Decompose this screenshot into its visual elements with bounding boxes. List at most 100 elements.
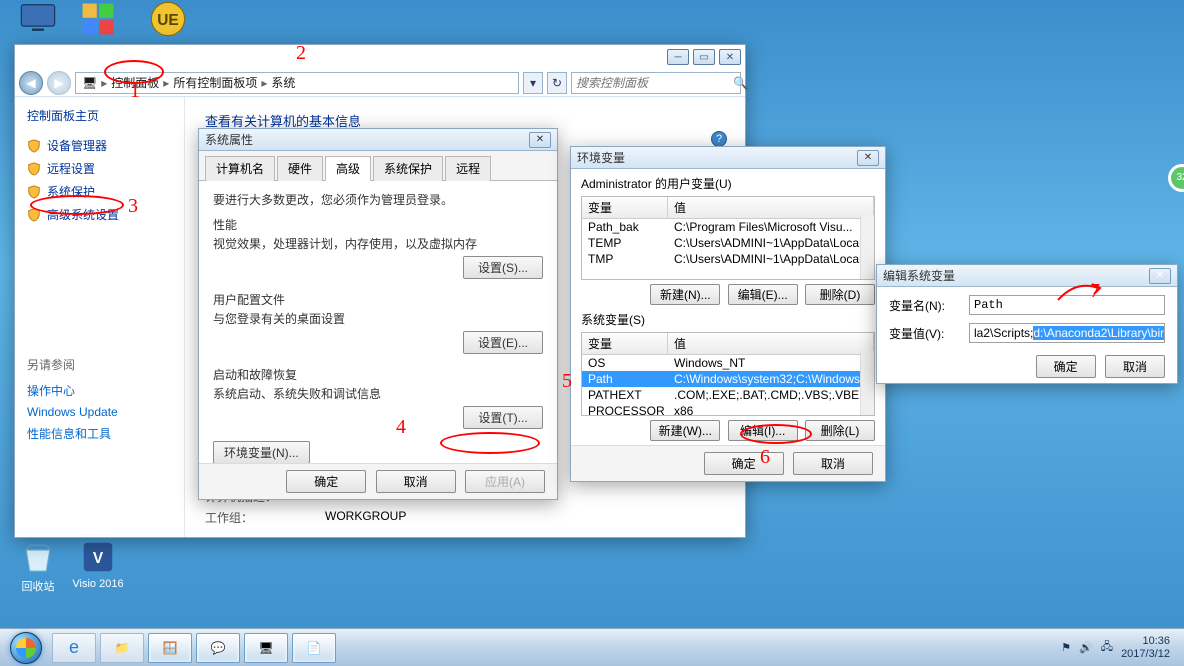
desktop-icon-visio[interactable]: V Visio 2016 (70, 538, 126, 590)
sidebar-link-remote-settings[interactable]: 远程设置 (27, 157, 172, 180)
breadcrumb-item-control-panel[interactable]: 控制面板 (111, 74, 159, 91)
table-row: PROCESSOR_AR...x86 (582, 403, 874, 416)
svg-text:UE: UE (157, 12, 178, 29)
sidebar-link-system-protection[interactable]: 系统保护 (27, 180, 172, 203)
editvar-ok-button[interactable]: 确定 (1036, 355, 1096, 378)
see-also-action-center[interactable]: 操作中心 (27, 379, 172, 402)
table-row: OSWindows_NT (582, 355, 874, 371)
sysprop-cancel-button[interactable]: 取消 (376, 470, 456, 493)
breadcrumb-item-system[interactable]: 系统 (271, 74, 295, 91)
editvar-close-button[interactable]: ✕ (1149, 268, 1171, 284)
desktop-icon-monitor[interactable] (10, 0, 66, 40)
startup-desc: 系统启动、系统失败和调试信息 (213, 385, 543, 402)
taskbar-app-1[interactable]: 🪟 (148, 633, 192, 663)
scrollbar[interactable] (860, 215, 874, 279)
user-new-button[interactable]: 新建(N)... (650, 284, 720, 305)
sys-vars-table[interactable]: 变量值 OSWindows_NT PathC:\Windows\system32… (581, 332, 875, 416)
maximize-button[interactable]: ▭ (693, 49, 715, 65)
tray-network-icon[interactable]: 🖧 (1101, 638, 1113, 657)
tab-advanced[interactable]: 高级 (325, 156, 371, 181)
back-button[interactable]: ◀ (19, 71, 43, 95)
env-var-dialog: 环境变量 ✕ Administrator 的用户变量(U) 变量值 Path_ba… (570, 146, 886, 482)
close-button[interactable]: ✕ (719, 49, 741, 65)
sysprop-close-button[interactable]: ✕ (529, 132, 551, 148)
var-name-input[interactable] (969, 295, 1165, 315)
taskbar-explorer[interactable]: 📁 (100, 633, 144, 663)
var-value-prefix: la2\Scripts; (974, 326, 1033, 340)
tab-remote[interactable]: 远程 (445, 156, 491, 181)
sidebar-link-device-manager[interactable]: 设备管理器 (27, 134, 172, 157)
envvar-ok-button[interactable]: 确定 (704, 452, 784, 475)
sysprop-apply-button[interactable]: 应用(A) (465, 470, 545, 493)
clock[interactable]: 10:36 2017/3/12 (1121, 635, 1170, 661)
table-row: PATHEXT.COM;.EXE;.BAT;.CMD;.VBS;.VBE;... (582, 387, 874, 403)
breadcrumb-root-icon: 🖥 (82, 76, 97, 90)
edit-system-var-dialog: 编辑系统变量✕ 变量名(N): 变量值(V): la2\Scripts;d:\A… (876, 264, 1178, 384)
forward-button[interactable]: ▶ (47, 71, 71, 95)
visio-label: Visio 2016 (70, 578, 126, 590)
env-var-button[interactable]: 环境变量(N)... (213, 441, 310, 464)
profile-settings-button[interactable]: 设置(E)... (463, 331, 543, 354)
see-also-performance[interactable]: 性能信息和工具 (27, 422, 172, 445)
search-box[interactable]: 🔍 (571, 72, 741, 94)
user-delete-button[interactable]: 删除(D) (805, 284, 875, 305)
table-row: TEMPC:\Users\ADMINI~1\AppData\Local... (582, 235, 874, 251)
breadcrumb-item-all-items[interactable]: 所有控制面板项 (173, 74, 257, 91)
sys-delete-button[interactable]: 删除(L) (805, 420, 875, 441)
envvar-close-button[interactable]: ✕ (857, 150, 879, 166)
desktop-icon-app[interactable] (70, 0, 126, 40)
table-row: Path_bakC:\Program Files\Microsoft Visu.… (582, 219, 874, 235)
startup-title: 启动和故障恢复 (213, 366, 543, 383)
perf-settings-button[interactable]: 设置(S)... (463, 256, 543, 279)
app-icon: 🖥 (258, 641, 273, 655)
breadcrumb-dropdown[interactable]: ▾ (523, 72, 543, 94)
sysprop-ok-button[interactable]: 确定 (286, 470, 366, 493)
search-icon[interactable]: 🔍 (733, 76, 748, 90)
tab-hardware[interactable]: 硬件 (277, 156, 323, 181)
refresh-button[interactable]: ↻ (547, 72, 567, 94)
breadcrumb[interactable]: 🖥▸ 控制面板▸ 所有控制面板项▸ 系统 (75, 72, 519, 94)
workgroup-value: WORKGROUP (325, 509, 406, 526)
taskbar-app-2[interactable]: 💬 (196, 633, 240, 663)
col-name: 变量 (582, 197, 668, 218)
tray-volume-icon[interactable]: 🔊 (1079, 641, 1093, 654)
user-edit-button[interactable]: 编辑(E)... (728, 284, 798, 305)
search-input[interactable] (576, 76, 733, 90)
envvar-cancel-button[interactable]: 取消 (793, 452, 873, 475)
screen-badge: 32 (1168, 164, 1184, 192)
system-tray[interactable]: ⚑ 🔊 🖧 10:36 2017/3/12 (1061, 635, 1180, 661)
user-vars-label: Administrator 的用户变量(U) (581, 175, 875, 192)
taskbar-app-3[interactable]: 🖥 (244, 633, 288, 663)
envvar-title: 环境变量 (577, 149, 625, 166)
profile-desc: 与您登录有关的桌面设置 (213, 310, 543, 327)
folder-icon: 📁 (115, 641, 130, 655)
sysprop-title: 系统属性 (205, 131, 253, 148)
sidebar-link-advanced-settings[interactable]: 高级系统设置 (27, 203, 172, 226)
user-vars-table[interactable]: 变量值 Path_bakC:\Program Files\Microsoft V… (581, 196, 875, 280)
var-value-selection[interactable]: d:\Anaconda2\Library\bin (1033, 326, 1165, 340)
svg-text:V: V (93, 550, 104, 567)
tray-flag-icon[interactable]: ⚑ (1061, 641, 1071, 654)
scrollbar[interactable] (860, 351, 874, 415)
var-value-label: 变量值(V): (889, 325, 969, 342)
see-also-windows-update[interactable]: Windows Update (27, 402, 172, 422)
help-icon[interactable]: ? (711, 131, 727, 147)
cp-home-link[interactable]: 控制面板主页 (27, 107, 172, 124)
ie-icon: e (69, 637, 79, 658)
start-button[interactable] (4, 631, 48, 665)
tab-computer-name[interactable]: 计算机名 (205, 156, 275, 181)
table-row-selected: PathC:\Windows\system32;C:\Windows;... (582, 371, 874, 387)
minimize-button[interactable]: ─ (667, 49, 689, 65)
sys-new-button[interactable]: 新建(W)... (650, 420, 720, 441)
taskbar-ie[interactable]: e (52, 633, 96, 663)
clock-time: 10:36 (1121, 635, 1170, 648)
tab-system-protection[interactable]: 系统保护 (373, 156, 443, 181)
sys-edit-button[interactable]: 编辑(I)... (728, 420, 798, 441)
desktop-icon-ue[interactable]: UE (140, 0, 196, 40)
perf-title: 性能 (213, 216, 543, 233)
taskbar-app-4[interactable]: 📄 (292, 633, 336, 663)
startup-settings-button[interactable]: 设置(T)... (463, 406, 543, 429)
desktop-icon-recycle[interactable]: 回收站 (10, 538, 66, 594)
col-value: 值 (668, 197, 874, 218)
editvar-cancel-button[interactable]: 取消 (1105, 355, 1165, 378)
